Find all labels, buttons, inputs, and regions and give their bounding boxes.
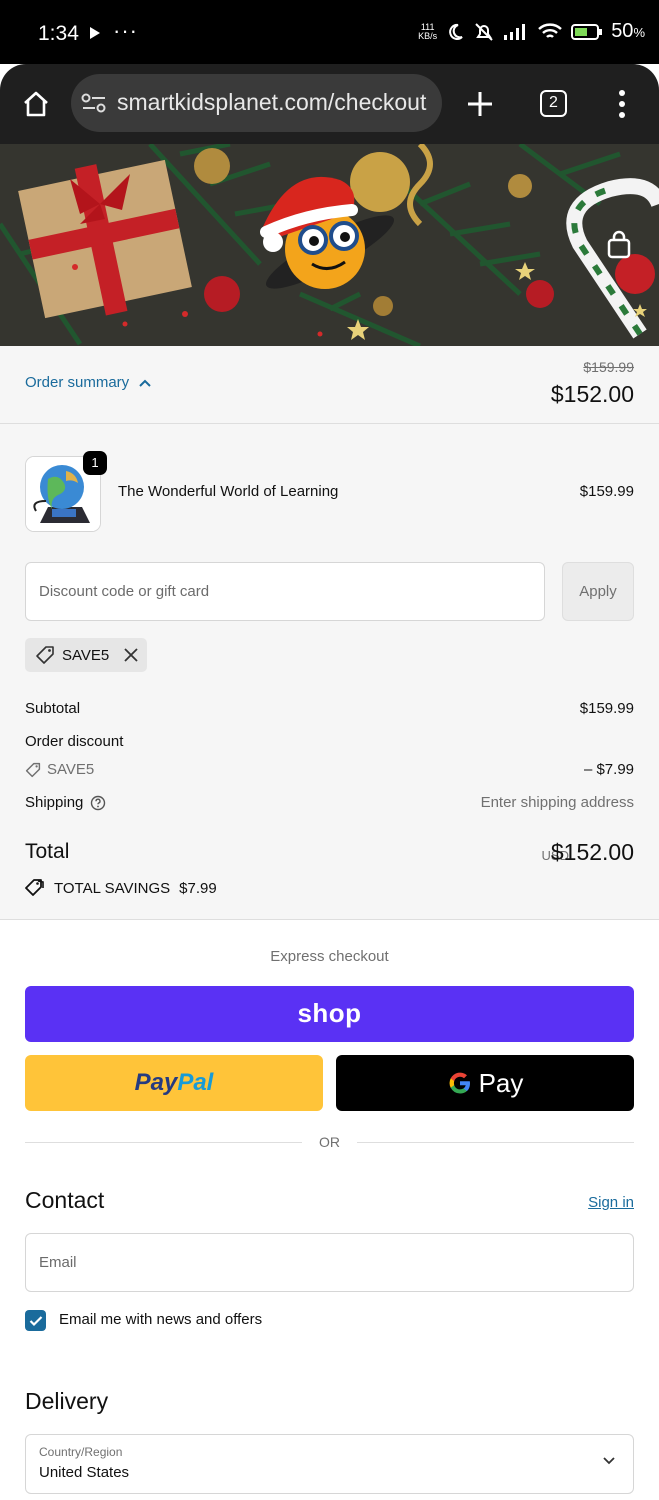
chevron-down-icon bbox=[603, 1457, 615, 1465]
paypal-button[interactable]: PayPal bbox=[25, 1055, 323, 1111]
tab-count: 2 bbox=[549, 94, 558, 111]
status-bar: 1:34 ··· 111 KB/s 50% bbox=[0, 0, 659, 64]
savings-tag-icon bbox=[25, 879, 44, 896]
net-speed-unit: KB/s bbox=[418, 30, 438, 41]
paypal-logo-b: Pal bbox=[177, 1069, 214, 1096]
chevron-up-icon bbox=[139, 379, 151, 387]
home-icon bbox=[24, 91, 48, 117]
close-icon[interactable] bbox=[124, 648, 138, 662]
delivery-heading: Delivery bbox=[25, 1388, 109, 1414]
new-tab-button[interactable] bbox=[462, 84, 498, 124]
applied-discount-chip: SAVE5 bbox=[25, 638, 147, 672]
email-field[interactable] bbox=[25, 1233, 634, 1292]
sign-in-link[interactable]: Sign in bbox=[588, 1194, 634, 1211]
total-value: $152.00 bbox=[550, 839, 634, 865]
or-divider-label: OR bbox=[319, 1134, 340, 1150]
wifi-icon bbox=[538, 22, 563, 38]
tabs-button[interactable]: 2 bbox=[540, 90, 567, 117]
add-icon bbox=[468, 92, 492, 116]
quantity-badge: 1 bbox=[83, 451, 107, 475]
subtotal-value: $159.99 bbox=[579, 700, 634, 717]
total-label: Total bbox=[25, 840, 70, 863]
shipping-row: Shipping bbox=[25, 794, 106, 811]
battery-level: 50% bbox=[611, 20, 645, 42]
net-speed: 111 KB/s bbox=[418, 22, 438, 41]
christmas-banner-illustration bbox=[0, 144, 659, 346]
shop-pay-button[interactable]: shop bbox=[25, 986, 634, 1042]
browser-menu-button[interactable] bbox=[612, 86, 632, 122]
tag-icon bbox=[36, 646, 54, 664]
address-bar[interactable]: smartkidsplanet.com/checkout bbox=[71, 74, 442, 132]
newsletter-checkbox[interactable] bbox=[25, 1310, 46, 1331]
google-g-icon bbox=[449, 1072, 470, 1094]
contact-heading: Contact bbox=[25, 1187, 105, 1213]
status-right: 111 KB/s 50% bbox=[418, 20, 645, 43]
check-icon bbox=[29, 1315, 42, 1326]
total-savings: TOTAL SAVINGS $7.99 bbox=[25, 878, 217, 898]
product-name: The Wonderful World of Learning bbox=[118, 483, 339, 500]
discount-code-row: SAVE5 bbox=[25, 761, 94, 778]
shipping-value: Enter shipping address bbox=[480, 794, 634, 811]
original-total: $159.99 bbox=[583, 359, 634, 375]
discount-code-input[interactable] bbox=[25, 562, 545, 621]
country-label: Country/Region bbox=[39, 1445, 123, 1459]
order-summary-toggle[interactable]: Order summary bbox=[25, 374, 151, 391]
order-discount-label: Order discount bbox=[25, 733, 124, 750]
more-vert-icon bbox=[619, 90, 625, 118]
google-pay-label: Pay bbox=[478, 1067, 524, 1098]
order-summary-label: Order summary bbox=[25, 374, 130, 391]
apply-discount-button[interactable]: Apply bbox=[562, 562, 634, 621]
help-icon[interactable] bbox=[90, 795, 106, 811]
home-button[interactable] bbox=[16, 84, 56, 124]
paypal-logo-a: Pay bbox=[134, 1069, 178, 1096]
order-summary-header: Order summary $159.99 $152.00 bbox=[0, 346, 659, 424]
battery-icon bbox=[571, 23, 603, 40]
url-text: smartkidsplanet.com/checkout bbox=[117, 89, 427, 115]
google-pay-button[interactable]: Pay bbox=[336, 1055, 634, 1111]
signal-icon bbox=[504, 23, 526, 40]
savings-value: $7.99 bbox=[179, 879, 217, 897]
country-value: United States bbox=[39, 1464, 130, 1481]
shipping-label: Shipping bbox=[25, 794, 84, 811]
newsletter-label: Email me with news and offers bbox=[59, 1311, 263, 1328]
order-summary-total: $152.00 bbox=[550, 381, 634, 407]
status-time: 1:34 bbox=[38, 22, 79, 45]
savings-label: TOTAL SAVINGS bbox=[54, 879, 171, 897]
product-price: $159.99 bbox=[579, 483, 634, 500]
discount-value: – $7.99 bbox=[583, 761, 634, 778]
express-checkout-label: Express checkout bbox=[270, 948, 389, 965]
cart-button[interactable] bbox=[604, 230, 634, 265]
tag-icon bbox=[25, 762, 41, 777]
moon-icon bbox=[449, 23, 463, 40]
tune-icon[interactable] bbox=[81, 91, 107, 115]
status-more: ··· bbox=[113, 18, 138, 43]
applied-code: SAVE5 bbox=[62, 646, 110, 664]
order-summary-body: 1 The Wonderful World of Learning $159.9… bbox=[0, 424, 659, 920]
cart-icon bbox=[607, 230, 631, 259]
discount-code: SAVE5 bbox=[47, 761, 95, 778]
subtotal-label: Subtotal bbox=[25, 700, 81, 717]
bell-off-icon bbox=[475, 22, 493, 41]
media-play-icon bbox=[90, 27, 100, 39]
country-select[interactable]: Country/Region United States bbox=[25, 1434, 634, 1494]
store-banner bbox=[0, 144, 659, 346]
browser-toolbar: smartkidsplanet.com/checkout 2 bbox=[0, 64, 659, 144]
